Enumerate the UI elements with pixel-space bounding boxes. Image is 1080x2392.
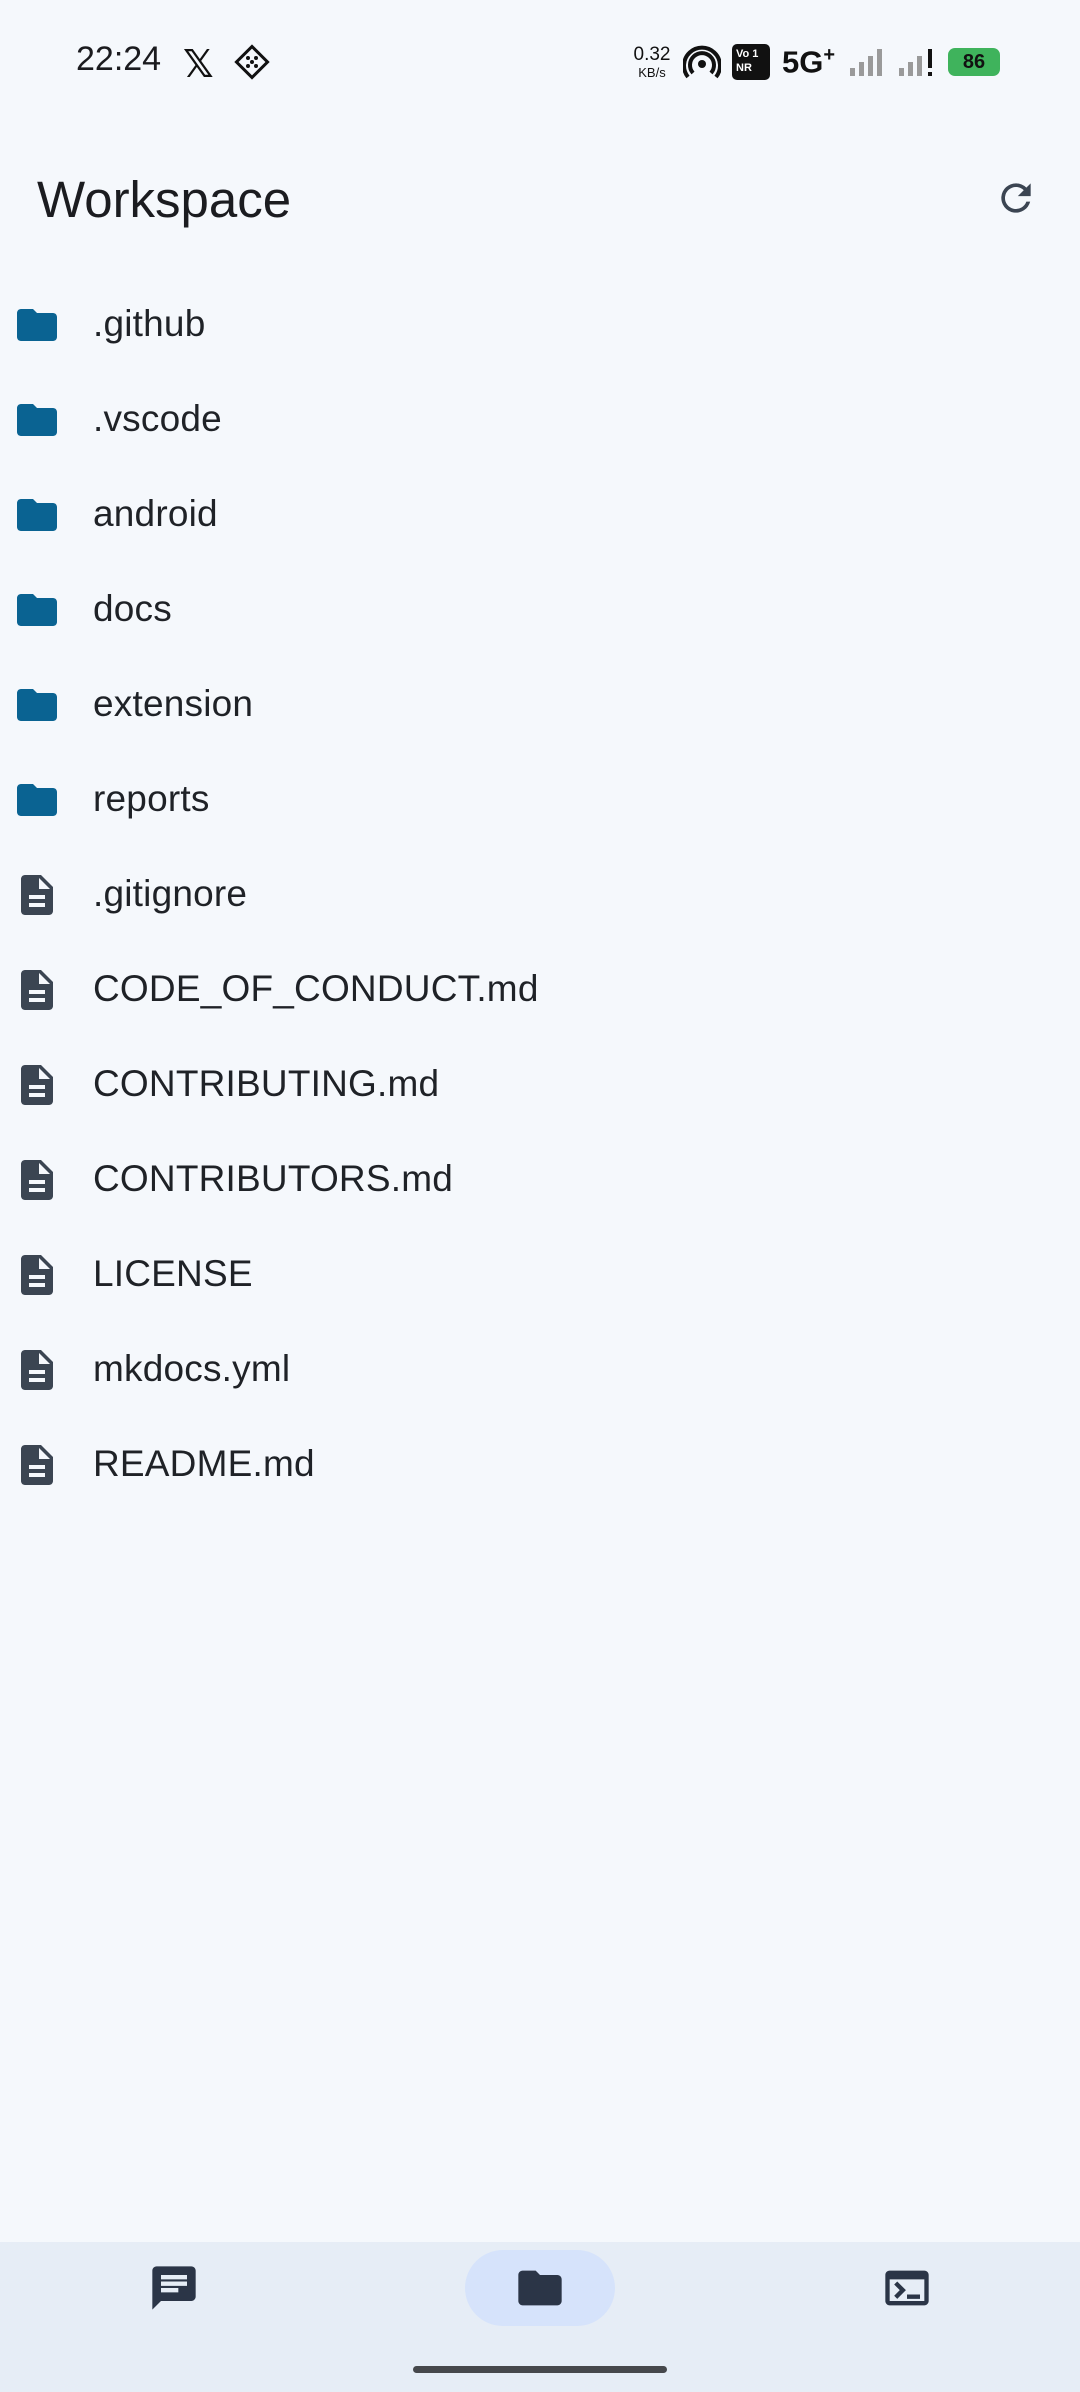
- row-label: CODE_OF_CONDUCT.md: [93, 967, 539, 1009]
- file-list: .github .vscode android docs extension report…: [0, 276, 1080, 1511]
- row-label: extension: [93, 682, 254, 724]
- folder-row[interactable]: .vscode: [0, 371, 1080, 466]
- folder-row[interactable]: extension: [0, 656, 1080, 751]
- folder-row[interactable]: android: [0, 466, 1080, 561]
- file-row[interactable]: LICENSE: [0, 1226, 1080, 1321]
- chat-icon: [152, 2266, 196, 2310]
- folder-icon: [12, 395, 62, 445]
- folder-row[interactable]: .github: [0, 276, 1080, 371]
- folder-icon: [12, 680, 62, 730]
- hotspot-icon: [682, 44, 722, 87]
- net-speed: 0.32 KB/s: [628, 45, 676, 79]
- network-type: 5G+: [782, 44, 835, 80]
- file-row[interactable]: CONTRIBUTORS.md: [0, 1131, 1080, 1226]
- folder-icon: [12, 585, 62, 635]
- row-label: android: [93, 492, 218, 534]
- network-type-label: 5G: [782, 44, 824, 80]
- refresh-icon: [1001, 183, 1031, 213]
- app-notification-icon: [234, 44, 270, 85]
- row-label: .vscode: [93, 397, 222, 439]
- folder-icon: [518, 2270, 562, 2306]
- file-icon: [12, 1250, 62, 1300]
- battery-charging-icon: 86: [948, 48, 1000, 76]
- row-label: CONTRIBUTORS.md: [93, 1157, 454, 1199]
- folder-row[interactable]: docs: [0, 561, 1080, 656]
- home-indicator[interactable]: [413, 2366, 667, 2373]
- status-bar: 22:24 𝕏 0.32 KB/s Vo 1 NR 5G+ 86: [0, 0, 1080, 126]
- nav-chat-tab[interactable]: [99, 2250, 249, 2326]
- net-speed-unit: KB/s: [638, 65, 666, 80]
- row-label: CONTRIBUTING.md: [93, 1062, 440, 1104]
- file-row[interactable]: mkdocs.yml: [0, 1321, 1080, 1416]
- folder-icon: [12, 300, 62, 350]
- page-title: Workspace: [37, 171, 292, 228]
- x-logo-icon: 𝕏: [183, 42, 214, 86]
- row-label: .github: [93, 302, 206, 344]
- nav-terminal-tab[interactable]: [832, 2250, 982, 2326]
- screen: 22:24 𝕏 0.32 KB/s Vo 1 NR 5G+ 86 Workspa…: [0, 0, 1080, 2392]
- nav-files-tab[interactable]: [465, 2250, 615, 2326]
- file-icon: [12, 1345, 62, 1395]
- folder-icon: [12, 775, 62, 825]
- file-row[interactable]: CODE_OF_CONDUCT.md: [0, 941, 1080, 1036]
- volte-icon: Vo 1 NR: [732, 44, 770, 80]
- file-icon: [12, 1155, 62, 1205]
- signal-weak-icon: [897, 46, 941, 83]
- folder-icon: [12, 490, 62, 540]
- folder-row[interactable]: reports: [0, 751, 1080, 846]
- row-label: LICENSE: [93, 1252, 253, 1294]
- file-icon: [12, 870, 62, 920]
- row-label: docs: [93, 587, 172, 629]
- net-speed-value: 0.32: [633, 44, 671, 65]
- signal-icon: [848, 46, 888, 83]
- refresh-button[interactable]: [988, 170, 1044, 226]
- file-icon: [12, 1060, 62, 1110]
- row-label: mkdocs.yml: [93, 1347, 291, 1389]
- network-plus: +: [823, 44, 836, 66]
- battery-level: 86: [962, 51, 986, 73]
- app-header: Workspace: [0, 160, 1080, 240]
- row-label: reports: [93, 777, 210, 819]
- file-icon: [12, 965, 62, 1015]
- row-label: README.md: [93, 1442, 315, 1484]
- terminal-icon: [885, 2270, 929, 2306]
- row-label: .gitignore: [93, 872, 248, 914]
- file-row[interactable]: CONTRIBUTING.md: [0, 1036, 1080, 1131]
- file-icon: [12, 1440, 62, 1490]
- volte-line2: NR: [736, 62, 752, 74]
- bottom-navigation: [0, 2242, 1080, 2392]
- status-time: 22:24: [76, 40, 162, 78]
- file-row[interactable]: .gitignore: [0, 846, 1080, 941]
- volte-line1: Vo 1: [736, 48, 759, 60]
- file-row[interactable]: README.md: [0, 1416, 1080, 1511]
